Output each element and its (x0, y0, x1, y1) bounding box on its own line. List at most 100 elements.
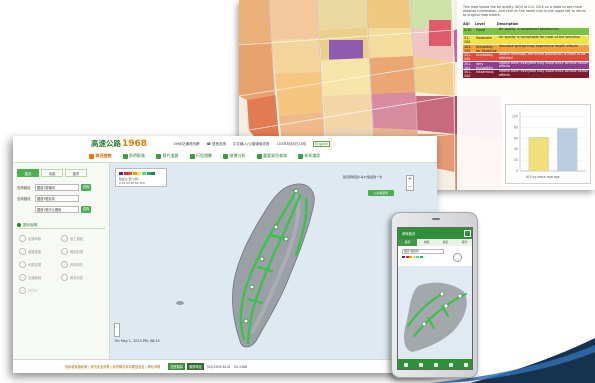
aq-range: 301-500 (463, 70, 475, 78)
map-tool-strip[interactable] (114, 323, 120, 337)
legend-item-label: 交通事故 (28, 237, 42, 241)
menu-icon[interactable] (464, 230, 471, 237)
tab-chart[interactable]: 圖表 (65, 169, 87, 177)
nav-news[interactable]: 新知識訊 (298, 153, 321, 159)
legend-item[interactable]: 施工路段 (61, 235, 101, 242)
nav-alternative[interactable]: 替代道路 (156, 153, 179, 159)
desktop-header: 高速公路1968 1968交通資訊網 ☎ 語音查詢 中文輸入/公路總局查詢 10… (13, 136, 437, 150)
tab-map[interactable]: 地圖 (41, 169, 63, 177)
map-update-note: 路況即時更新 每3分鐘更新一次 (343, 175, 383, 179)
zoom-in-button[interactable]: + (407, 176, 413, 184)
legend-item[interactable]: 天候影響 (19, 261, 59, 268)
camera-icon (122, 153, 128, 159)
nav-label: 即時影像 (129, 153, 145, 158)
aq-chart-canvas: 100 80 60 40 20 0 (512, 111, 586, 173)
legend-item[interactable]: 道路壅塞 (19, 248, 59, 255)
nav-label: 新知識訊 (304, 153, 321, 158)
taiwan-traffic-map[interactable]: 時速(公里/小時) 0 20 40 60 80 100 路況即時更新 每3分鐘更… (110, 163, 437, 359)
speed-legend-ticks: 0 20 40 60 80 100 (119, 181, 145, 185)
road-select[interactable]: 國道3號北向 (35, 195, 79, 202)
query-label: 查詢路段 (17, 186, 31, 190)
nav-label: 路況查詢 (95, 153, 112, 158)
warning-icon (89, 153, 94, 159)
query-button[interactable]: 查詢 (81, 184, 91, 191)
nav-label: 替代道路 (162, 153, 179, 158)
brand-text: 高速公路 (91, 139, 121, 148)
legend-item-label: 施工路段 (70, 237, 84, 241)
legend-section-title: 圖示說明 (17, 222, 105, 229)
aq-range: 151-200 (463, 53, 475, 61)
desktop-window: 高速公路1968 1968交通資訊網 ☎ 語音查詢 中文輸入/公路總局查詢 10… (13, 136, 437, 373)
legend-swatch (128, 172, 133, 175)
nav-label: 行程規劃 (196, 153, 212, 158)
header-info-site[interactable]: 1968交通資訊網 (173, 142, 199, 146)
aq-level: Very Unhealthy (475, 61, 497, 70)
phone-tab[interactable]: 路況 (398, 239, 417, 246)
cctv-icon (19, 287, 26, 294)
main-nav: 路況查詢 即時影像 替代道路 行程規劃 旅運分析 重要資訊查詢 新知識訊 (13, 150, 437, 163)
phone-tab[interactable]: 圖表 (436, 239, 455, 246)
news-icon (298, 153, 303, 159)
phone-tab[interactable]: 其他 (455, 239, 472, 246)
home-icon[interactable] (403, 363, 408, 367)
aq-range: 51-100 (463, 36, 475, 44)
nav-cctv[interactable]: 即時影像 (122, 153, 145, 159)
legend-item[interactable]: 交通管制 (19, 274, 59, 281)
phone-map[interactable] (398, 266, 472, 359)
road-select[interactable]: 國道1號南向 (35, 184, 79, 191)
sidebar: 路況 地圖 圖表 查詢路段 國道1號南向 查詢 查詢路段 國道3號北向 國道1號… (13, 163, 110, 359)
header-info-time: 103年8月8日24時 (276, 142, 307, 146)
star-icon[interactable] (449, 363, 454, 367)
nav-trip[interactable]: 行程規劃 (189, 153, 212, 159)
zoom-out-button[interactable]: − (407, 184, 413, 192)
phone-tabs: 路況 地圖 圖表 其他 (398, 239, 472, 246)
more-icon[interactable] (464, 363, 469, 367)
query-row: 查詢路段 國道1號南向 查詢 (17, 183, 105, 192)
section-select[interactable]: 國道1號汐止路段 (35, 206, 79, 213)
site-logo[interactable]: 高速公路1968 (91, 138, 147, 149)
legend-swatch (132, 172, 137, 175)
construction-icon (61, 235, 68, 242)
camera-icon[interactable] (418, 363, 423, 367)
nav-traffic[interactable]: 路況查詢 (89, 153, 112, 159)
header-info-voice[interactable]: ☎ 語音查詢 (207, 142, 226, 146)
phone-map-canvas (404, 282, 467, 352)
phone-tab[interactable]: 地圖 (417, 239, 436, 246)
phone-screen: 即時路況 路況 地圖 圖表 其他 國道1號南向 (397, 227, 473, 370)
chart-bar (528, 137, 549, 172)
tab-traffic[interactable]: 路況 (17, 169, 39, 177)
phone-bottom-nav (398, 359, 472, 369)
legend-item-label: 道路壅塞 (28, 250, 42, 254)
footer-links[interactable]: 隱私權保護政策 | 資訊安全政策 | 政府網站資料開放宣告 | 網站導覽 (65, 364, 160, 369)
control-icon (19, 274, 26, 281)
legend-swatch (141, 172, 146, 175)
accessibility-button[interactable]: 語音聽障 (168, 363, 186, 370)
legend-item[interactable]: 管制封閉 (61, 248, 101, 255)
closure-icon (61, 248, 68, 255)
legend-item[interactable]: 其他事件 (61, 261, 101, 268)
legend-item[interactable]: CCTV (19, 287, 59, 294)
legend-swatch (137, 172, 142, 175)
english-button[interactable]: English (313, 141, 330, 147)
table-view-button[interactable]: 以表格呈現 (368, 190, 394, 196)
aq-description: Air quality is considered satisfactory (497, 27, 589, 36)
info-icon (256, 153, 262, 159)
nav-analysis[interactable]: 旅運分析 (223, 153, 246, 159)
legend-item[interactable]: 交通事故 (19, 235, 59, 242)
header-info: 1968交通資訊網 ☎ 語音查詢 中文輸入/公路總局查詢 103年8月8日24時… (173, 141, 336, 147)
aq-level-row: 0-50 Good Air quality is considered satisf… (463, 27, 589, 36)
speed-color-scale (119, 172, 156, 175)
legend-item[interactable]: 雨量資訊 (61, 274, 101, 281)
zoom-control: + − (406, 175, 414, 191)
locate-icon[interactable] (453, 253, 462, 262)
phone-road-select[interactable]: 國道1號南向 (402, 249, 444, 254)
aq-level: Hazardous (475, 70, 497, 78)
route-icon[interactable] (433, 363, 438, 367)
service-phone-label: 服務電話 (187, 363, 204, 370)
chart-icon (223, 153, 228, 159)
nav-important[interactable]: 重要資訊查詢 (256, 153, 287, 159)
header-info-input[interactable]: 中文輸入/公路總局查詢 (233, 142, 269, 146)
y-tick-label: 60 (514, 136, 518, 140)
icon-legend-grid: 交通事故 施工路段 道路壅塞 管制封閉 天候影響 其他事件 交通管制 雨量資訊 … (13, 229, 109, 294)
query-button[interactable]: 查詢 (81, 206, 91, 213)
